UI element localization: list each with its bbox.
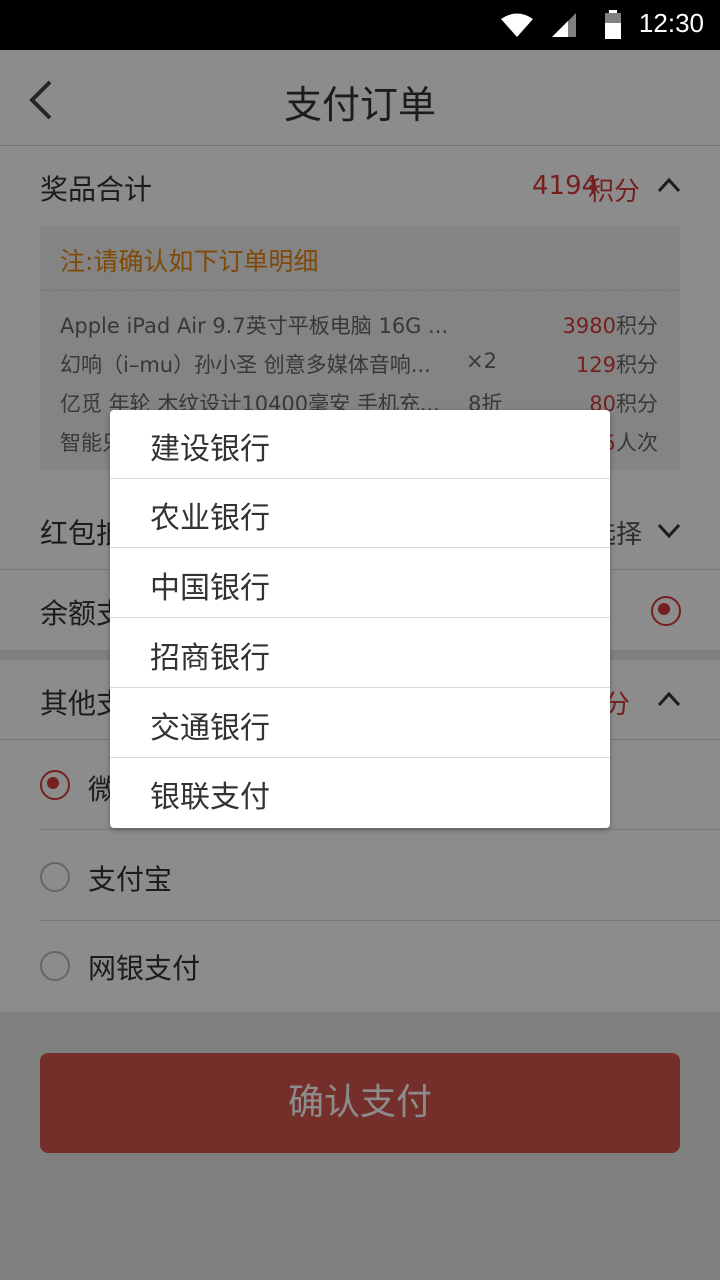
wifi-icon	[501, 13, 533, 37]
bank-option[interactable]: 中国银行	[110, 549, 610, 618]
signal-icon	[552, 13, 576, 37]
bank-option[interactable]: 交通银行	[110, 689, 610, 758]
bank-option[interactable]: 银联支付	[110, 758, 610, 827]
clock-text: 12:30	[638, 8, 704, 38]
bank-select-popup: 建设银行 农业银行 中国银行 招商银行 交通银行 银联支付	[110, 410, 610, 828]
bank-option[interactable]: 建设银行	[110, 410, 610, 479]
battery-icon	[605, 10, 621, 39]
status-bar: 12:30	[0, 0, 720, 50]
bank-option[interactable]: 招商银行	[110, 619, 610, 688]
bank-option[interactable]: 农业银行	[110, 479, 610, 548]
